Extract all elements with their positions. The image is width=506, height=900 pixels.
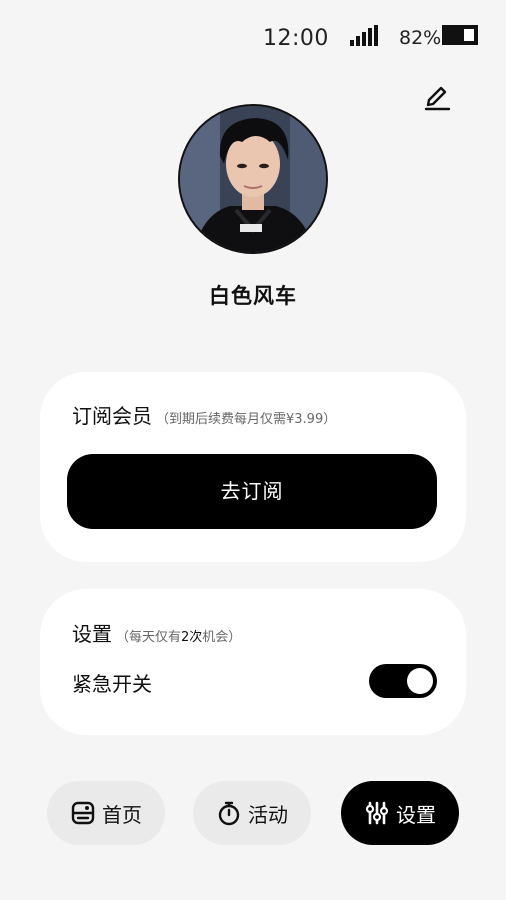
settings-hint-suffix: 机会） — [202, 630, 242, 645]
signal-bars-icon — [350, 25, 378, 46]
stopwatch-icon — [218, 801, 240, 826]
home-icon — [71, 801, 95, 825]
toggle-knob — [407, 668, 433, 694]
nickname: 白色风车 — [209, 284, 297, 308]
tab-activity[interactable]: 活动 — [193, 781, 311, 845]
subscription-hint: （到期后续费每月仅需¥3.99） — [156, 412, 337, 427]
subscription-card: 订阅会员 （到期后续费每月仅需¥3.99） 去订阅 — [40, 372, 466, 562]
subscription-title: 订阅会员 （到期后续费每月仅需¥3.99） — [72, 400, 336, 429]
battery-percent: 82% — [399, 27, 442, 49]
battery-icon — [442, 25, 478, 45]
pencil-icon — [424, 86, 451, 111]
tab-home-label: 首页 — [102, 802, 142, 827]
settings-hint-prefix: （每天仅有 — [116, 630, 182, 645]
tab-home[interactable]: 首页 — [47, 781, 165, 845]
settings-hint: （每天仅有2次机会） — [116, 630, 241, 645]
tab-activity-label: 活动 — [248, 802, 288, 827]
settings-title-text: 设置 — [72, 622, 112, 646]
emergency-switch-label: 紧急开关 — [72, 672, 152, 696]
subscription-title-text: 订阅会员 — [72, 404, 152, 428]
subscribe-button[interactable]: 去订阅 — [67, 454, 437, 529]
settings-title: 设置 （每天仅有2次机会） — [72, 618, 241, 647]
tab-settings[interactable]: 设置 — [341, 781, 459, 845]
settings-hint-emphasis: 2次 — [181, 630, 203, 645]
tab-settings-label: 设置 — [396, 802, 436, 827]
avatar-image — [180, 106, 326, 252]
status-time: 12:00 — [263, 26, 329, 51]
sliders-icon — [365, 801, 389, 825]
emergency-toggle[interactable] — [369, 664, 437, 698]
edit-profile-button[interactable] — [421, 80, 453, 112]
settings-card: 设置 （每天仅有2次机会） 紧急开关 — [40, 589, 466, 735]
avatar[interactable] — [178, 104, 328, 254]
status-bar: 12:00 82% — [0, 0, 506, 70]
